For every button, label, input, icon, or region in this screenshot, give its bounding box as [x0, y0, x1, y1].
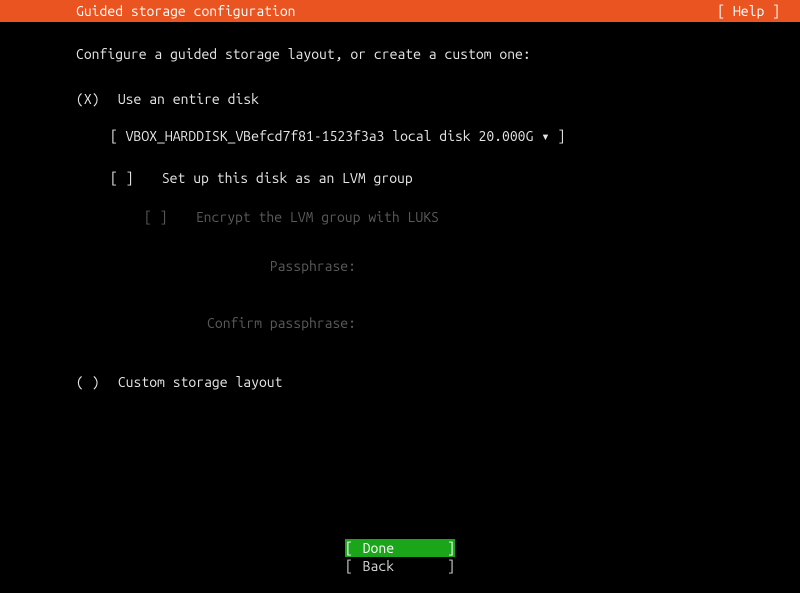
radio-mark-custom: ( )	[76, 370, 110, 395]
titlebar: Guided storage configuration [ Help ]	[0, 0, 800, 22]
main-content: Configure a guided storage layout, or cr…	[0, 22, 800, 396]
radio-entire-disk[interactable]: (X) Use an entire disk	[76, 87, 800, 112]
disk-selector-value: [ VBOX_HARDDISK_VBefcd7f81-1523f3a3 loca…	[110, 128, 565, 144]
passphrase-label: Passphrase:	[76, 254, 356, 279]
checkbox-encrypt-luks: [ ] Encrypt the LVM group with LUKS	[144, 205, 800, 230]
done-button[interactable]: [ Done]	[345, 539, 455, 557]
radio-label-entire-disk: Use an entire disk	[118, 91, 259, 107]
instruction-text: Configure a guided storage layout, or cr…	[76, 42, 800, 67]
radio-custom-layout[interactable]: ( ) Custom storage layout	[76, 370, 800, 395]
back-button[interactable]: [ Back]	[345, 557, 455, 575]
checkbox-label-encrypt: Encrypt the LVM group with LUKS	[196, 209, 439, 225]
confirm-passphrase-field-row: Confirm passphrase:	[76, 293, 800, 336]
checkbox-lvm[interactable]: [ ] Set up this disk as an LVM group	[110, 166, 800, 191]
passphrase-field-row: Passphrase:	[76, 244, 800, 279]
checkbox-mark-lvm: [ ]	[110, 166, 154, 191]
confirm-passphrase-label: Confirm passphrase:	[76, 311, 356, 336]
checkbox-mark-encrypt: [ ]	[144, 205, 188, 230]
help-button[interactable]: [ Help ]	[717, 0, 780, 22]
footer-buttons: [ Done] [ Back]	[0, 539, 800, 575]
radio-label-custom: Custom storage layout	[118, 374, 283, 390]
checkbox-label-lvm: Set up this disk as an LVM group	[162, 170, 413, 186]
radio-mark-entire-disk: (X)	[76, 87, 110, 112]
title-text: Guided storage configuration	[76, 0, 296, 22]
disk-selector-dropdown[interactable]: [ VBOX_HARDDISK_VBefcd7f81-1523f3a3 loca…	[110, 124, 800, 149]
